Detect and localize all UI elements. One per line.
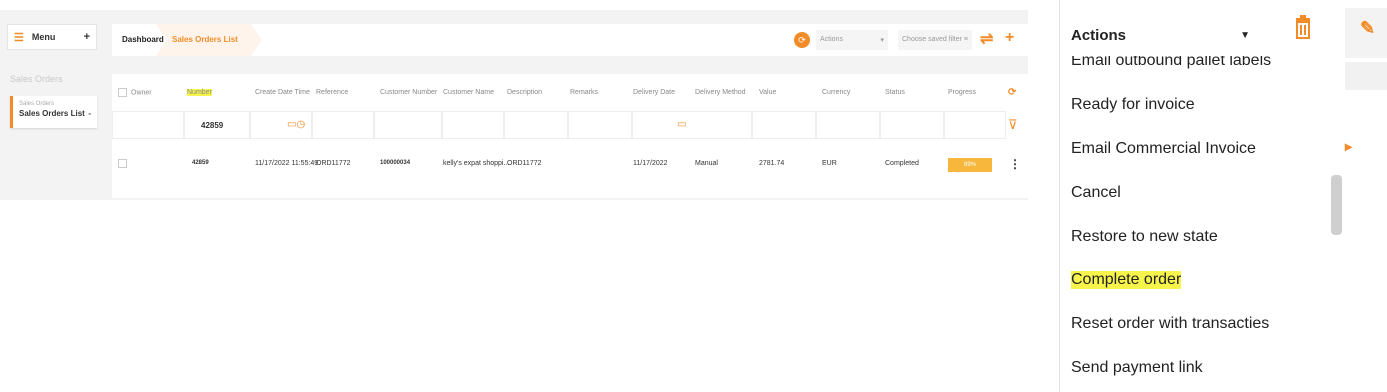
menu-item-ready-for-invoice[interactable]: Ready for invoice [1071,96,1195,114]
filter-lines-icon: ≡ [963,36,968,43]
row-value: 2781.74 [759,160,785,167]
table-filter-row: 42859 ▭◷ ▭ ⊽ [112,111,1028,141]
row-number[interactable]: 42859 [192,160,209,166]
actions-dropdown-header[interactable]: Actions ▼ [1060,18,1250,52]
row-more-icon[interactable]: ⋮ [1009,157,1021,171]
column-owner[interactable]: Owner [118,87,152,97]
row-delivery-date: 11/17/2022 [633,160,668,167]
menu-item-email-outbound-pallet-labels[interactable]: Email outbound pallet labels [1071,56,1271,70]
refresh-circle-icon[interactable]: ⟳ [794,32,810,48]
filter-description[interactable] [504,111,568,139]
add-order-button[interactable]: + [1005,29,1014,47]
add-icon[interactable]: + [84,31,90,43]
sales-orders-app: ☰ Menu + Sales Orders Sales Orders Sales… [0,0,1034,205]
menu-label: Menu [31,32,56,42]
menu-item-cancel[interactable]: Cancel [1071,184,1121,202]
saved-filter-select[interactable]: Choose saved filter ≡ [898,30,972,50]
menu-item-email-commercial-invoice[interactable]: Email Commercial Invoice [1071,140,1256,158]
column-number[interactable]: Number [187,88,212,96]
filter-currency[interactable] [816,111,880,139]
filter-status[interactable] [880,111,944,139]
dropdown-scrollbar[interactable] [1331,175,1342,235]
menu-item-restore-to-new-state[interactable]: Restore to new state [1071,228,1218,246]
column-reference[interactable]: Reference [316,89,348,96]
sidebar-section-title: Sales Orders [10,74,63,84]
menu-item-reset-order-with-transacties[interactable]: Reset order with transacties [1071,315,1269,333]
actions-dropdown-title: Actions [1071,26,1127,44]
refresh-icon[interactable]: ⟳ [1008,87,1016,98]
row-reference: ORD11772 [316,160,351,167]
row-progress-bar: 89% [948,158,992,172]
filter-customer-name[interactable] [442,111,504,139]
menu-item-complete-order[interactable]: Complete order [1071,271,1182,289]
column-create-date-time[interactable]: Create Date Time [255,89,310,96]
filter-create-date[interactable]: ▭◷ [250,111,312,139]
breadcrumb-sales-orders-list[interactable]: Sales Orders List [156,24,262,56]
filter-progress[interactable] [944,111,1006,139]
column-value[interactable]: Value [759,89,776,96]
column-description[interactable]: Description [507,89,542,96]
filter-reference[interactable] [312,111,374,139]
column-delivery-method[interactable]: Delivery Method [695,89,746,96]
saved-filter-placeholder: Choose saved filter [902,36,962,43]
filter-value[interactable] [752,111,816,139]
edit-icon[interactable]: ✎ [1360,18,1375,39]
collapse-icon[interactable]: - [88,109,91,118]
table-header-row: Owner Number Create Date Time Reference … [112,80,1028,104]
actions-select-label: Actions [820,36,843,43]
menu-icon: ☰ [14,31,24,44]
sidebar-card-title: Sales Orders List [19,109,85,118]
row-create-date-time: 11/17/2022 11:55:49 [255,160,319,167]
column-status[interactable]: Status [885,89,905,96]
actions-select[interactable]: Actions ▾ [816,30,888,50]
filter-customer-number[interactable] [374,111,442,139]
trash-icon[interactable] [1290,14,1316,40]
column-remarks[interactable]: Remarks [570,89,598,96]
column-settings-icon[interactable]: ⇌ [980,29,993,49]
sidebar-card-subtitle: Sales Orders [19,101,55,107]
actions-dropdown: Actions ▼ Email outbound pallet labels R… [1059,0,1328,392]
menu-button[interactable]: ☰ Menu + [7,24,97,50]
filter-owner[interactable] [112,111,184,139]
filter-icon[interactable]: ⊽ [1008,117,1018,133]
row-customer-name: kelly's expat shoppi... [443,160,510,167]
filter-number[interactable]: 42859 [184,111,250,139]
menu-item-send-payment-link[interactable]: Send payment link [1071,359,1203,377]
filter-delivery-date[interactable]: ▭ [632,111,752,139]
orders-table: Owner Number Create Date Time Reference … [112,74,1028,198]
column-customer-number[interactable]: Customer Number [380,89,437,96]
filter-remarks[interactable] [568,111,632,139]
row-delivery-method: Manual [695,160,718,167]
row-currency: EUR [822,160,837,167]
chevron-down-icon: ▾ [880,37,884,44]
side-indicator-icon: ▸ [1345,138,1353,154]
row-status: Completed [885,160,919,167]
caret-down-icon: ▼ [1240,29,1250,41]
column-currency[interactable]: Currency [822,89,850,96]
select-all-checkbox[interactable] [118,87,127,97]
row-customer-number: 100000034 [380,160,411,166]
sidebar-item-sales-orders-list[interactable]: Sales Orders Sales Orders List - [10,96,97,128]
column-progress[interactable]: Progress [948,89,976,96]
breadcrumb-dashboard[interactable]: Dashboard [122,35,164,44]
table-row[interactable]: 42859 11/17/2022 11:55:49 ORD11772 10000… [112,152,1028,178]
column-delivery-date[interactable]: Delivery Date [633,89,675,96]
row-description: ORD11772 [507,160,542,167]
right-toolbar-background-lower [1345,62,1387,90]
top-toolbar: Dashboard Sales Orders List ⟳ Actions ▾ … [112,24,1028,56]
column-customer-name[interactable]: Customer Name [443,89,494,96]
row-checkbox[interactable] [118,159,131,168]
